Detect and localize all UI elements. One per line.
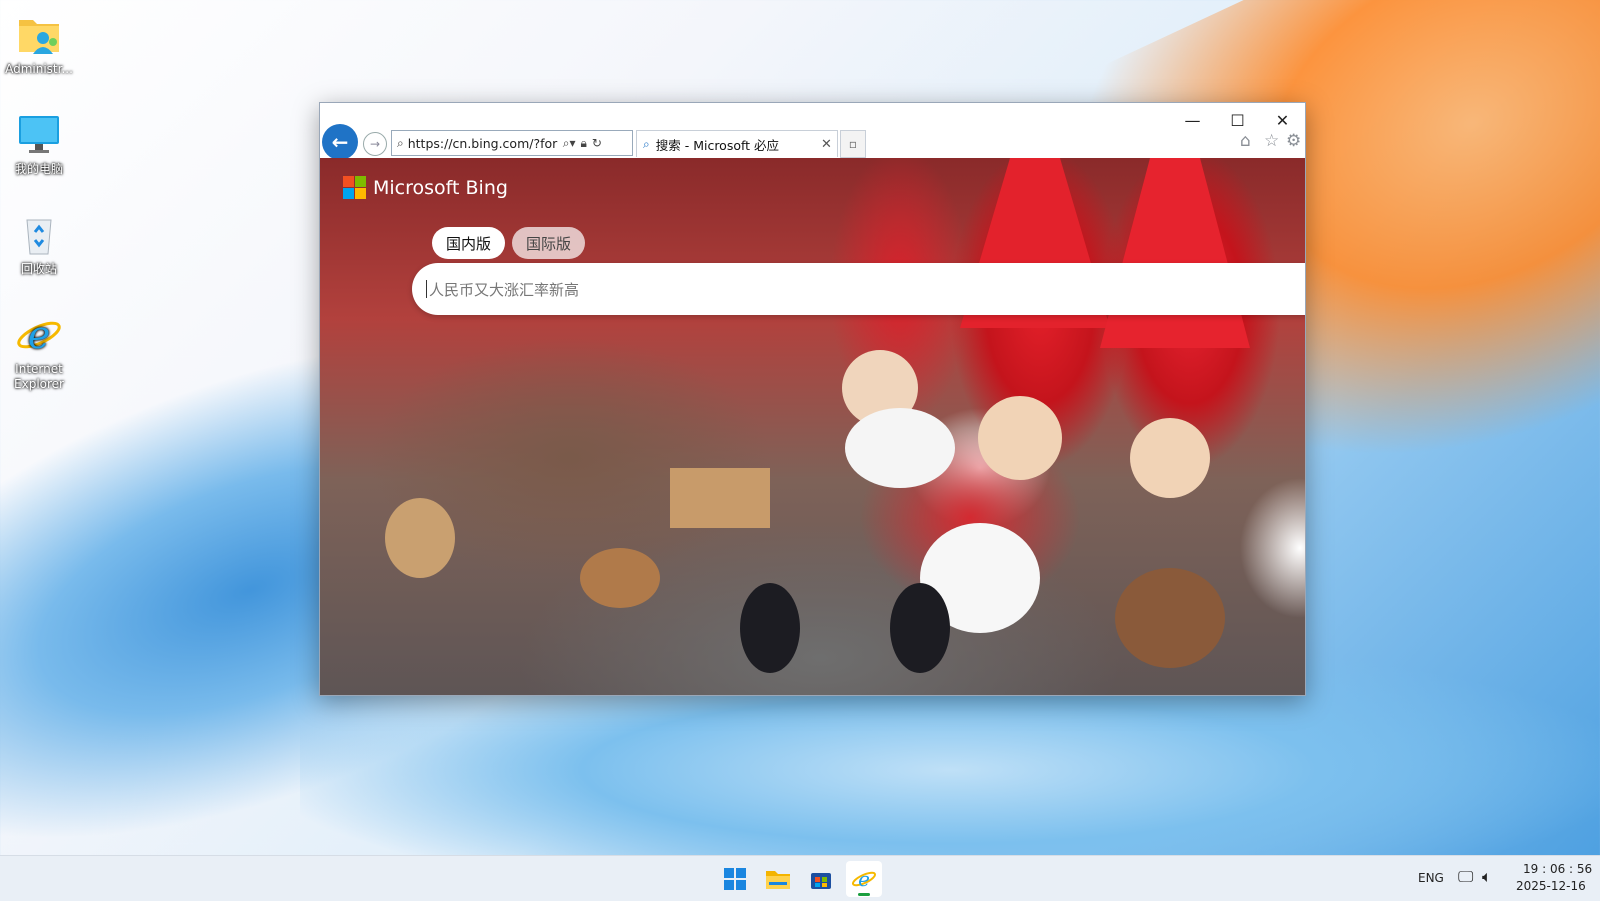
search-dropdown-icon[interactable]: ⌕▾ xyxy=(563,136,576,151)
user-folder-icon xyxy=(15,12,63,58)
recycle-bin-icon xyxy=(15,212,63,258)
forward-arrow-icon: → xyxy=(369,137,381,151)
address-url[interactable]: https://cn.bing.com/?forr xyxy=(408,136,558,151)
refresh-icon[interactable]: ↻ xyxy=(592,136,602,150)
bing-logo-text: Microsoft Bing xyxy=(373,176,508,199)
lock-icon[interactable]: 🔒︎ xyxy=(580,136,586,151)
search-box[interactable]: 人民币又大涨汇率新高 xyxy=(412,263,1305,315)
favorites-star-icon[interactable]: ☆ xyxy=(1264,131,1279,151)
tab-domestic[interactable]: 国内版 xyxy=(432,227,506,259)
tab-title: 搜索 - Microsoft 必应 xyxy=(655,137,780,153)
svg-text:e: e xyxy=(858,867,870,891)
clock-time[interactable]: 19 : 06 : 56 xyxy=(1523,862,1592,876)
desktop-icon-label: Internet Explorer xyxy=(14,362,64,391)
internet-explorer-taskbar-icon[interactable]: e xyxy=(846,861,882,897)
microsoft-logo-icon xyxy=(343,176,366,199)
desktop-icon-label: Administr... xyxy=(5,62,73,76)
minimize-icon: — xyxy=(1184,110,1201,130)
tab-bing-search[interactable]: ⌕ 搜索 - Microsoft 必应 ✕ xyxy=(636,130,838,157)
back-arrow-icon: ← xyxy=(331,130,349,154)
microsoft-store-icon[interactable] xyxy=(803,861,839,897)
home-icon[interactable]: ⌂ xyxy=(1240,131,1251,151)
active-app-indicator xyxy=(858,893,870,896)
maximize-icon: ☐ xyxy=(1230,110,1245,130)
new-tab-button[interactable]: ▫ xyxy=(840,130,866,158)
desktop-icon-internet-explorer[interactable]: e Internet Explorer xyxy=(4,312,74,392)
text-cursor xyxy=(426,280,427,298)
network-icon[interactable]: 🖵︎ xyxy=(1458,867,1473,887)
tab-close-icon[interactable]: ✕ xyxy=(821,137,837,152)
bing-logo[interactable]: Microsoft Bing xyxy=(343,176,508,199)
back-button[interactable]: ← xyxy=(322,124,358,160)
bing-homepage: Microsoft Bing 国内版 国际版 人民币又大涨汇率新高 xyxy=(320,158,1305,695)
svg-text:e: e xyxy=(28,313,51,357)
browser-titlebar[interactable]: — ☐ ✕ ← → ⌕ https://cn.bing.com/?forr ⌕▾… xyxy=(320,103,1305,160)
new-tab-icon: ▫ xyxy=(848,137,858,151)
settings-gear-icon[interactable]: ⚙ xyxy=(1286,131,1301,151)
minimize-button[interactable]: — xyxy=(1170,105,1215,135)
desktop-icon-my-computer[interactable]: 我的电脑 xyxy=(4,112,74,177)
maximize-button[interactable]: ☐ xyxy=(1215,105,1260,135)
close-icon: ✕ xyxy=(1275,110,1290,130)
search-placeholder: 人民币又大涨汇率新高 xyxy=(429,280,580,299)
desktop-icon-label: 我的电脑 xyxy=(14,162,63,176)
internet-explorer-icon: e xyxy=(15,312,63,358)
file-explorer-icon[interactable] xyxy=(760,861,796,897)
desktop-icon-administrator[interactable]: Administr... xyxy=(4,12,74,77)
tab-search-icon: ⌕ xyxy=(643,136,650,151)
ie-browser-window[interactable]: — ☐ ✕ ← → ⌕ https://cn.bing.com/?forr ⌕▾… xyxy=(319,102,1306,696)
search-icon: ⌕ xyxy=(397,135,404,150)
forward-button[interactable]: → xyxy=(363,132,387,156)
tab-international-label: 国际版 xyxy=(526,234,572,253)
monitor-icon xyxy=(15,112,63,158)
tab-domestic-label: 国内版 xyxy=(446,234,492,253)
tab-international[interactable]: 国际版 xyxy=(512,227,586,259)
address-bar[interactable]: ⌕ https://cn.bing.com/?forr ⌕▾ 🔒︎ ↻ xyxy=(391,130,633,156)
desktop-icon-label: 回收站 xyxy=(20,262,57,276)
taskbar: e ENG 🖵︎ 🔈︎ 19 : 06 : 56 2025-12-16 xyxy=(0,855,1600,901)
clock-date[interactable]: 2025-12-16 xyxy=(1516,879,1586,893)
desktop-icon-recycle-bin[interactable]: 回收站 xyxy=(4,212,74,277)
windows-start-icon[interactable] xyxy=(717,861,753,897)
volume-icon[interactable]: 🔈︎ xyxy=(1482,867,1492,887)
language-indicator[interactable]: ENG xyxy=(1418,871,1444,885)
